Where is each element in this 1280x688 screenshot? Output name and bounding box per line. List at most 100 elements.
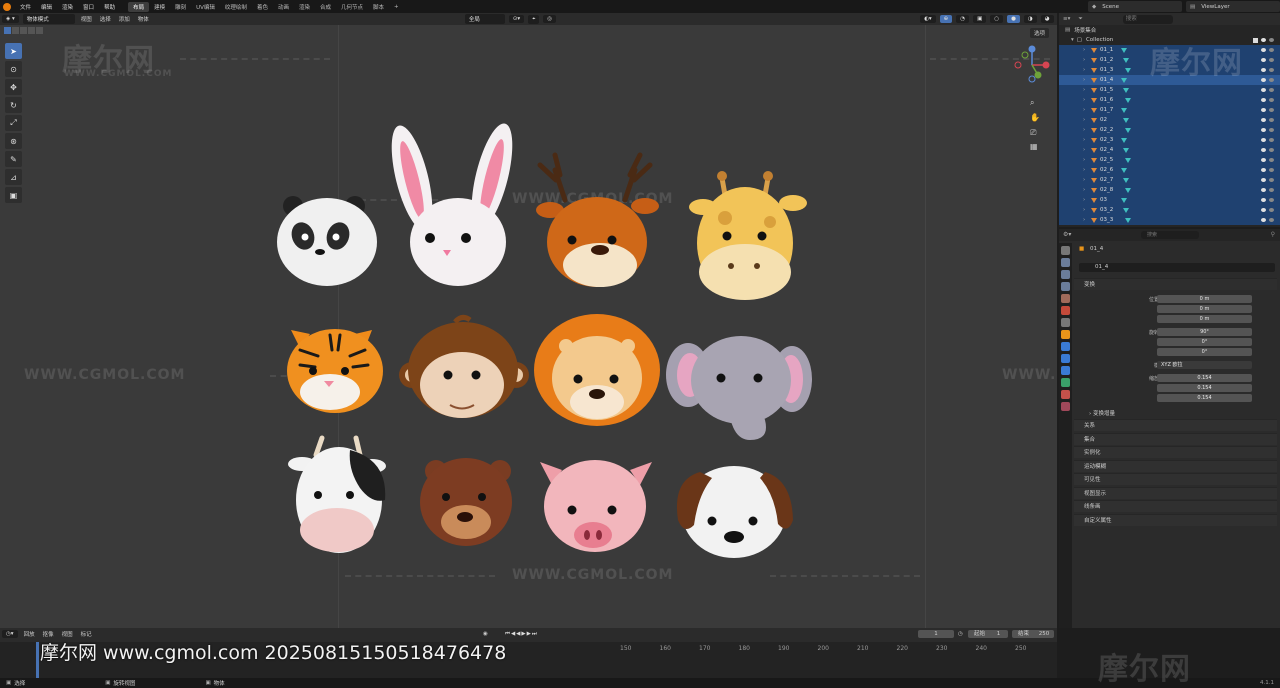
eye-icon[interactable] — [1261, 138, 1266, 142]
outliner-search-input[interactable]: 搜索 — [1122, 14, 1173, 24]
camera-icon[interactable] — [1269, 128, 1274, 132]
eye-icon[interactable] — [1261, 118, 1266, 122]
camera-icon[interactable] — [1269, 188, 1274, 192]
collection-tab-icon[interactable] — [1061, 318, 1070, 327]
properties-subpanel[interactable]: 实例化 — [1074, 446, 1277, 458]
physics-tab-icon[interactable] — [1061, 366, 1070, 375]
camera-icon[interactable] — [1269, 88, 1274, 92]
view-layer-tab-icon[interactable] — [1061, 282, 1070, 291]
location-y-field[interactable]: 0 m — [1157, 305, 1252, 313]
mesh-data-icon[interactable] — [1121, 167, 1127, 173]
particles-tab-icon[interactable] — [1061, 354, 1070, 363]
mesh-data-icon[interactable] — [1121, 77, 1127, 83]
expand-arrow-icon[interactable]: › — [1083, 157, 1085, 163]
add-workspace-button[interactable]: + — [389, 3, 404, 11]
menu-help[interactable]: 帮助 — [99, 3, 120, 11]
tab-layout[interactable]: 布局 — [128, 1, 150, 12]
mesh-data-icon[interactable] — [1125, 97, 1131, 103]
menu-edit[interactable]: 编辑 — [36, 3, 57, 11]
mesh-data-icon[interactable] — [1125, 217, 1131, 223]
menu-render[interactable]: 渲染 — [57, 3, 78, 11]
outliner-object-row[interactable]: › 03_2 — [1059, 205, 1280, 215]
tab-modeling[interactable]: 建模 — [149, 2, 170, 12]
eye-icon[interactable] — [1261, 108, 1266, 112]
tab-sculpting[interactable]: 雕刻 — [170, 2, 191, 12]
eye-icon[interactable] — [1261, 38, 1266, 42]
properties-subpanel[interactable]: 运动模糊 — [1074, 459, 1277, 472]
eye-icon[interactable] — [1261, 48, 1266, 52]
properties-editor-icon[interactable]: ⚙▾ — [1063, 231, 1071, 238]
rotation-z-field[interactable]: 0° — [1157, 348, 1252, 356]
properties-subpanel[interactable]: 可见性 — [1074, 473, 1277, 485]
expand-arrow-icon[interactable]: › — [1083, 137, 1085, 143]
tool-tab-icon[interactable] — [1061, 246, 1070, 255]
checkbox-icon[interactable] — [1253, 37, 1258, 43]
eye-icon[interactable] — [1261, 168, 1266, 172]
properties-subpanel[interactable]: 关系 — [1074, 419, 1277, 431]
mesh-data-icon[interactable] — [1123, 147, 1129, 153]
expand-arrow-icon[interactable]: › — [1083, 67, 1085, 73]
mesh-data-icon[interactable] — [1125, 67, 1131, 73]
rotation-x-field[interactable]: 90° — [1157, 328, 1252, 336]
expand-arrow-icon[interactable]: › — [1083, 87, 1085, 93]
expand-arrow-icon[interactable]: › — [1083, 177, 1085, 183]
expand-arrow-icon[interactable]: › — [1083, 97, 1085, 103]
rotation-mode-dropdown[interactable]: XYZ 欧拉 — [1157, 361, 1252, 369]
eye-icon[interactable] — [1261, 148, 1266, 152]
eye-icon[interactable] — [1261, 98, 1266, 102]
mesh-data-icon[interactable] — [1121, 107, 1127, 113]
mesh-data-icon[interactable] — [1125, 127, 1131, 133]
object-tab-icon[interactable] — [1061, 330, 1070, 339]
eye-icon[interactable] — [1261, 78, 1266, 82]
output-tab-icon[interactable] — [1061, 270, 1070, 279]
render-tab-icon[interactable] — [1061, 258, 1070, 267]
tab-compositing[interactable]: 合成 — [315, 2, 336, 12]
mesh-data-icon[interactable] — [1123, 207, 1129, 213]
mesh-data-icon[interactable] — [1123, 87, 1129, 93]
scale-x-field[interactable]: 0.154 — [1157, 374, 1252, 382]
camera-icon[interactable] — [1269, 168, 1274, 172]
scene-selector[interactable]: ◆ Scene — [1088, 1, 1182, 12]
outliner-object-row[interactable]: › 02_2 — [1059, 125, 1280, 135]
camera-icon[interactable] — [1269, 158, 1274, 162]
expand-arrow-icon[interactable]: › — [1083, 57, 1085, 63]
expand-arrow-icon[interactable]: › — [1083, 167, 1085, 173]
properties-subpanel[interactable]: 自定义属性 — [1074, 513, 1277, 526]
eye-icon[interactable] — [1261, 68, 1266, 72]
camera-icon[interactable] — [1269, 58, 1274, 62]
expand-arrow-icon[interactable]: ▾ — [1071, 37, 1074, 43]
current-frame-field[interactable]: 1 — [918, 630, 954, 638]
data-tab-icon[interactable] — [1061, 378, 1070, 387]
menu-file[interactable]: 文件 — [15, 3, 36, 11]
camera-icon[interactable] — [1269, 218, 1274, 222]
texture-tab-icon[interactable] — [1061, 402, 1070, 411]
expand-arrow-icon[interactable]: › — [1083, 117, 1085, 123]
timeline-menu-view[interactable]: 视图 — [58, 630, 77, 638]
outliner-object-row[interactable]: › 02_4 — [1059, 145, 1280, 155]
mesh-data-icon[interactable] — [1123, 117, 1129, 123]
scene-tab-icon[interactable] — [1061, 294, 1070, 303]
mesh-data-icon[interactable] — [1125, 187, 1131, 193]
location-z-field[interactable]: 0 m — [1157, 315, 1252, 323]
outliner-object-row[interactable]: › 01_6 — [1059, 95, 1280, 105]
tab-rendering[interactable]: 渲染 — [294, 2, 315, 12]
camera-icon[interactable] — [1269, 38, 1274, 42]
outliner-object-row[interactable]: › 02_7 — [1059, 175, 1280, 185]
expand-arrow-icon[interactable]: › — [1083, 127, 1085, 133]
3d-viewport[interactable]: ◈ ▾ 物体模式 视图 选择 添加 物体 全局 ⊙▾ ⌖ ◎ ◐▾ ⊕ ◔ ▣ … — [0, 13, 1057, 628]
expand-arrow-icon[interactable]: › — [1083, 47, 1085, 53]
outliner-object-row[interactable]: › 01_7 — [1059, 105, 1280, 115]
world-tab-icon[interactable] — [1061, 306, 1070, 315]
outliner-object-row[interactable]: › 02_5 — [1059, 155, 1280, 165]
expand-arrow-icon[interactable]: › — [1083, 217, 1085, 223]
camera-icon[interactable] — [1269, 208, 1274, 212]
camera-icon[interactable] — [1269, 138, 1274, 142]
outliner-object-row[interactable]: › 02 — [1059, 115, 1280, 125]
camera-icon[interactable] — [1269, 118, 1274, 122]
tab-shading[interactable]: 着色 — [252, 2, 273, 12]
camera-icon[interactable] — [1269, 148, 1274, 152]
eye-icon[interactable] — [1261, 158, 1266, 162]
mesh-data-icon[interactable] — [1121, 47, 1127, 53]
transform-panel-header[interactable]: 变换 — [1074, 278, 1277, 290]
eye-icon[interactable] — [1261, 218, 1266, 222]
